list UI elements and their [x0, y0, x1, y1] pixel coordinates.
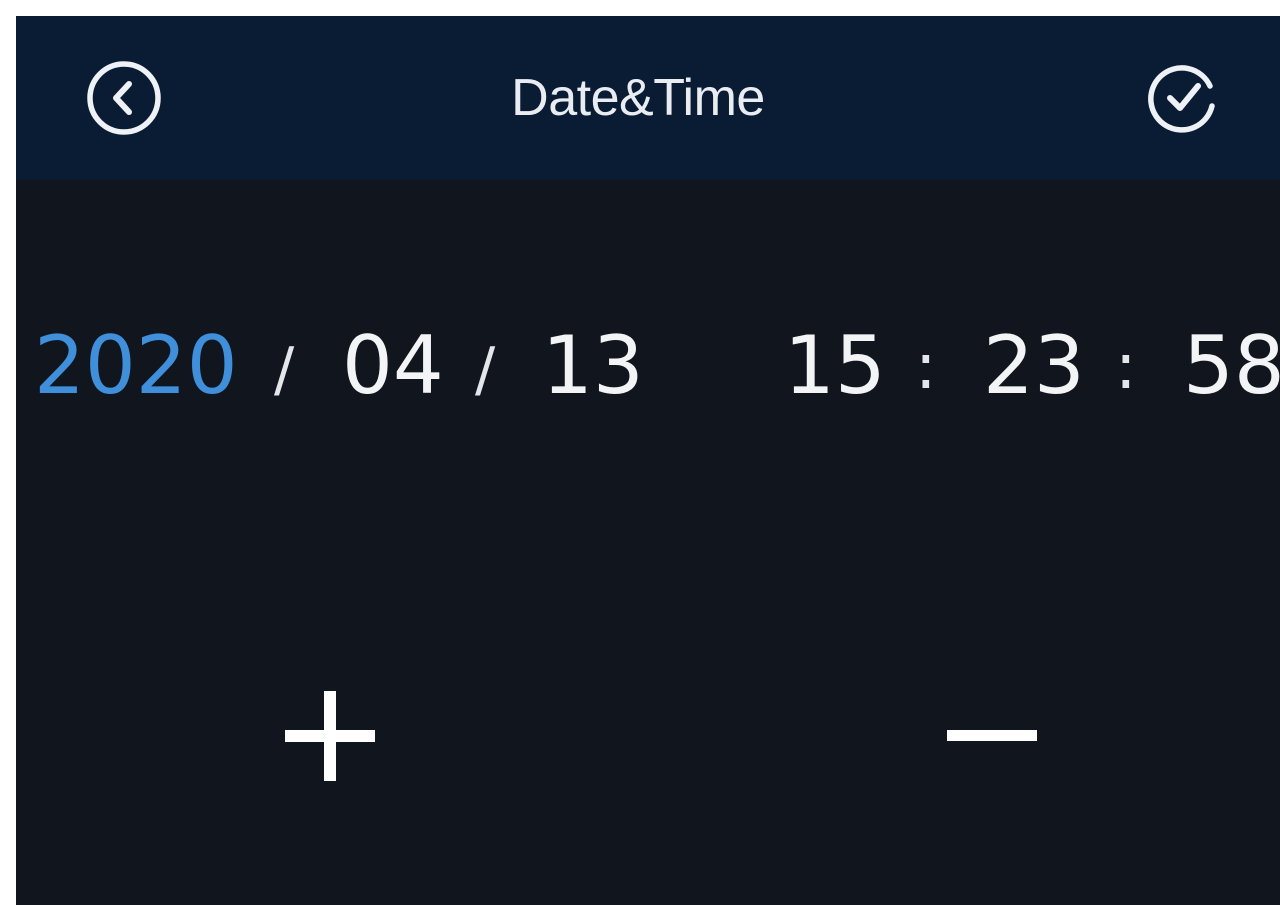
date-time-screen: Date&Time 2020 / 04 / 13 15 : 23 : 58: [16, 16, 1280, 905]
decrement-button[interactable]: [892, 658, 1092, 818]
minute-field[interactable]: 23: [983, 316, 1085, 416]
year-field[interactable]: 2020: [34, 316, 238, 416]
confirm-button[interactable]: [1140, 56, 1224, 140]
month-field[interactable]: 04: [342, 316, 444, 416]
day-field[interactable]: 13: [542, 316, 644, 416]
plus-icon: [280, 686, 380, 790]
time-separator: :: [915, 330, 937, 404]
date-separator: /: [475, 335, 496, 405]
second-field[interactable]: 58: [1183, 316, 1280, 416]
date-time-display: 2020 / 04 / 13 15 : 23 : 58: [16, 316, 1280, 416]
header-bar: Date&Time: [16, 16, 1280, 180]
hour-field[interactable]: 15: [784, 316, 886, 416]
date-separator: /: [274, 335, 295, 405]
increment-button[interactable]: [230, 658, 430, 818]
time-separator: :: [1115, 330, 1137, 404]
check-circle-icon: [1140, 56, 1224, 140]
page-title: Date&Time: [511, 69, 765, 127]
minus-icon: [942, 686, 1042, 790]
